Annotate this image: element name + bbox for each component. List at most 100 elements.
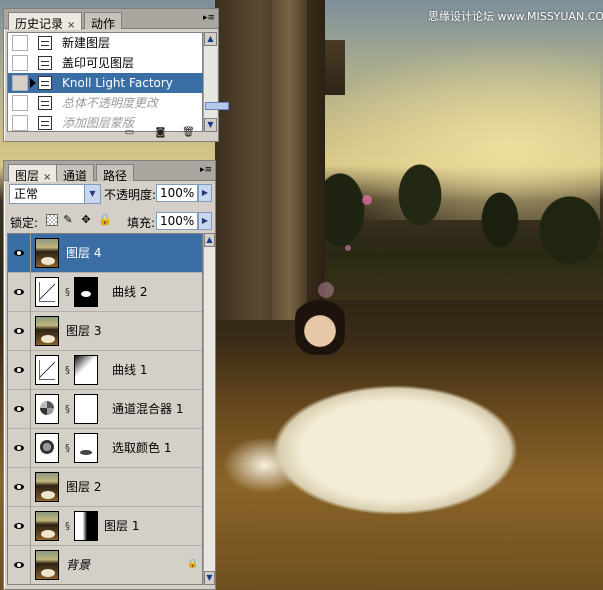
layer-name[interactable]: 曲线 2 — [112, 285, 147, 299]
lens-flare — [345, 245, 351, 251]
opacity-field[interactable]: 100% — [156, 184, 198, 202]
history-item[interactable]: 新建图层 — [8, 33, 204, 53]
tab-layers[interactable]: 图层 × — [8, 164, 59, 183]
palette-menu-icon[interactable]: ▸≡ — [200, 165, 212, 176]
layer-name[interactable]: 选取颜色 1 — [112, 441, 171, 455]
history-item-label: 盖印可见图层 — [62, 56, 135, 70]
layer-mask-thumbnail[interactable] — [74, 511, 98, 541]
history-scrollbar[interactable]: ▲ ▼ — [203, 32, 229, 132]
selective-color-icon — [35, 433, 59, 463]
layer-row[interactable]: § 曲线 1 — [8, 351, 202, 390]
blend-mode-select[interactable]: 正常 ▼ — [9, 184, 101, 204]
fill-slider-arrow-icon[interactable]: ▶ — [198, 212, 212, 230]
scroll-up-icon[interactable]: ▲ — [204, 32, 217, 46]
layer-thumbnail — [35, 511, 59, 541]
trees — [300, 150, 603, 300]
lock-image-brush-icon[interactable]: ✎ — [62, 214, 74, 226]
snapshot-icon[interactable]: ◙ — [154, 127, 167, 138]
link-chain-icon[interactable]: § — [65, 404, 71, 415]
layer-name[interactable]: 图层 1 — [104, 519, 139, 533]
layer-list: 图层 4 § 曲线 2 图层 3 § 曲线 1 § 通道混合器 1 § 选取颜色… — [7, 233, 203, 585]
layer-mask-thumbnail[interactable] — [74, 355, 98, 385]
layer-mask-thumbnail[interactable] — [74, 277, 98, 307]
tab-label: 通道 — [63, 169, 88, 183]
eye-icon[interactable] — [11, 480, 27, 494]
layer-row[interactable]: 图层 3 — [8, 312, 202, 351]
eye-icon[interactable] — [11, 402, 27, 416]
layer-name[interactable]: 图层 4 — [66, 246, 101, 260]
layer-name[interactable]: 通道混合器 1 — [112, 402, 183, 416]
opacity-slider-arrow-icon[interactable]: ▶ — [198, 184, 212, 202]
layer-row[interactable]: § 选取颜色 1 — [8, 429, 202, 468]
history-pointer-icon[interactable] — [30, 78, 36, 88]
history-state-icon — [38, 76, 52, 90]
scroll-down-icon[interactable]: ▼ — [204, 571, 215, 585]
close-icon[interactable]: × — [43, 172, 51, 183]
layer-row[interactable]: 背景 🔒 — [8, 546, 202, 584]
link-chain-icon[interactable]: § — [65, 521, 71, 532]
eye-icon[interactable] — [11, 285, 27, 299]
link-chain-icon[interactable]: § — [65, 365, 71, 376]
watermark: 思缘设计论坛 www.MISSYUAN.COM — [428, 10, 603, 23]
snapshot-source-checkbox[interactable] — [12, 55, 28, 71]
history-item-label: Knoll Light Factory — [62, 76, 173, 90]
channel-mixer-icon — [35, 394, 59, 424]
history-item[interactable]: Knoll Light Factory — [8, 73, 204, 93]
history-item[interactable]: 总体不透明度更改 — [8, 93, 204, 113]
layer-name[interactable]: 图层 2 — [66, 480, 101, 494]
layer-name[interactable]: 图层 3 — [66, 324, 101, 338]
snapshot-source-checkbox[interactable] — [12, 95, 28, 111]
new-document-icon[interactable]: ▭ — [123, 127, 136, 138]
chevron-down-icon[interactable]: ▼ — [84, 185, 100, 203]
layer-row[interactable]: 图层 2 — [8, 468, 202, 507]
opacity-label: 不透明度: — [104, 188, 157, 202]
history-item-label: 总体不透明度更改 — [62, 96, 159, 110]
layer-mask-thumbnail[interactable] — [74, 394, 98, 424]
layers-scrollbar[interactable]: ▲ ▼ — [203, 233, 215, 585]
tab-label: 动作 — [91, 17, 116, 31]
eye-icon[interactable] — [11, 246, 27, 260]
layer-row[interactable]: § 图层 1 — [8, 507, 202, 546]
fill-field[interactable]: 100% — [156, 212, 198, 230]
eye-icon[interactable] — [11, 363, 27, 377]
eye-icon[interactable] — [11, 558, 27, 572]
link-chain-icon[interactable]: § — [65, 287, 71, 298]
history-item[interactable]: 盖印可见图层 — [8, 53, 204, 73]
history-state-icon — [38, 96, 52, 110]
tab-history[interactable]: 历史记录 × — [8, 12, 83, 31]
link-chain-icon[interactable]: § — [65, 443, 71, 454]
lock-all-icon[interactable]: 🔒 — [98, 214, 112, 226]
close-icon[interactable]: × — [67, 20, 75, 31]
layer-thumbnail — [35, 316, 59, 346]
tab-actions[interactable]: 动作 — [84, 12, 123, 31]
history-state-icon — [38, 36, 52, 50]
history-palette: 历史记录 × 动作 ▸≡ 新建图层 盖印可见图层 Knoll Light Fact… — [3, 8, 229, 142]
history-footer: ▭ ◙ 🗑 — [4, 125, 218, 141]
scroll-thumb[interactable] — [205, 102, 229, 110]
layer-mask-thumbnail[interactable] — [74, 433, 98, 463]
snapshot-source-checkbox[interactable] — [12, 75, 28, 91]
trash-icon[interactable]: 🗑 — [182, 127, 195, 138]
palette-menu-icon[interactable]: ▸≡ — [203, 13, 215, 24]
tab-paths[interactable]: 路径 — [96, 164, 135, 183]
lens-flare — [362, 195, 372, 205]
lock-position-move-icon[interactable]: ✥ — [80, 214, 92, 226]
history-list: 新建图层 盖印可见图层 Knoll Light Factory 总体不透明度更改… — [7, 32, 204, 132]
snapshot-source-checkbox[interactable] — [12, 35, 28, 51]
lens-flare — [318, 282, 334, 298]
bride-head — [295, 295, 345, 355]
layer-row[interactable]: § 通道混合器 1 — [8, 390, 202, 429]
eye-icon[interactable] — [11, 441, 27, 455]
eye-icon[interactable] — [11, 324, 27, 338]
layer-name[interactable]: 背景 — [66, 558, 90, 572]
layer-name[interactable]: 曲线 1 — [112, 363, 147, 377]
layer-row[interactable]: § 曲线 2 — [8, 273, 202, 312]
eye-icon[interactable] — [11, 519, 27, 533]
lock-transparency-icon[interactable] — [46, 214, 58, 226]
stone-gate — [215, 0, 325, 320]
stone-pillar — [272, 0, 307, 320]
scroll-up-icon[interactable]: ▲ — [204, 233, 215, 247]
layer-row[interactable]: 图层 4 — [8, 234, 202, 273]
tab-channels[interactable]: 通道 — [56, 164, 95, 183]
layers-palette: 图层 × 通道 路径 ▸≡ 正常 ▼ 不透明度: 100% ▶ 锁定: ✎ ✥ 🔒… — [3, 160, 216, 590]
